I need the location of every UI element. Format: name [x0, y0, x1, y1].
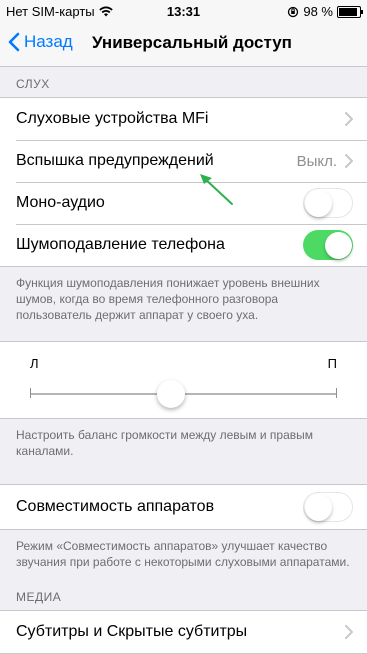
- chevron-right-icon: [345, 625, 353, 639]
- status-bar: Нет SIM-карты 13:31 98 %: [0, 0, 367, 22]
- row-hearing-aid-compatibility: Совместимость аппаратов: [0, 485, 367, 529]
- balance-right-label: П: [327, 356, 337, 371]
- row-label: Моно-аудио: [16, 194, 105, 211]
- row-value: Выкл.: [296, 152, 337, 170]
- row-phone-noise-cancellation: Шумоподавление телефона: [0, 224, 367, 266]
- row-label: Субтитры и Скрытые субтитры: [16, 623, 248, 640]
- row-label: Шумоподавление телефона: [16, 236, 225, 253]
- row-label: Вспышка предупреждений: [16, 152, 214, 169]
- orientation-lock-icon: [288, 6, 299, 17]
- battery-icon: [337, 5, 363, 18]
- toggle-knob: [305, 493, 332, 521]
- compat-footer: Режим «Совместимость аппаратов» улучшает…: [16, 539, 350, 569]
- section-header-media: МЕДИА: [16, 590, 62, 604]
- hearing-aid-compat-toggle[interactable]: [303, 492, 353, 522]
- row-mono-audio: Моно-аудио: [0, 182, 367, 224]
- row-mfi-hearing-devices[interactable]: Слуховые устройства MFi: [0, 98, 367, 140]
- toggle-knob: [305, 189, 332, 217]
- page-title: Универсальный доступ: [92, 33, 292, 52]
- back-button[interactable]: Назад: [8, 32, 73, 52]
- chevron-left-icon: [8, 32, 20, 52]
- toggle-knob: [324, 231, 352, 259]
- slider-tick-right: [336, 388, 337, 398]
- media-group: Субтитры и Скрытые субтитры: [0, 610, 367, 654]
- chevron-right-icon: [345, 154, 353, 168]
- compat-group: Совместимость аппаратов: [0, 484, 367, 530]
- balance-slider-thumb[interactable]: [156, 380, 185, 408]
- balance-left-label: Л: [30, 356, 39, 371]
- back-label: Назад: [24, 32, 73, 51]
- chevron-right-icon: [345, 112, 353, 126]
- status-right: 98 %: [287, 4, 363, 19]
- row-label: Слуховые устройства MFi: [16, 110, 209, 127]
- mono-audio-toggle[interactable]: [303, 188, 353, 218]
- navigation-bar: Назад Универсальный доступ: [0, 22, 367, 67]
- section-header-hearing: СЛУХ: [16, 77, 50, 91]
- row-label: Совместимость аппаратов: [16, 498, 215, 515]
- row-led-flash-alerts[interactable]: Вспышка предупреждений Выкл.: [0, 140, 367, 182]
- battery-fill: [339, 7, 357, 16]
- balance-slider-group: Л П: [0, 341, 367, 419]
- row-subtitles-captioning[interactable]: Субтитры и Скрытые субтитры: [0, 611, 367, 653]
- annotation-arrow-icon: [200, 174, 233, 205]
- noise-cancellation-toggle[interactable]: [303, 230, 353, 260]
- balance-footer: Настроить баланс громкости между левым и…: [16, 428, 313, 458]
- slider-tick-left: [30, 388, 31, 398]
- hearing-footer: Функция шумоподавления понижает уровень …: [16, 276, 320, 322]
- hearing-group: Слуховые устройства MFi Вспышка предупре…: [0, 97, 367, 267]
- battery-percent: 98 %: [303, 4, 333, 19]
